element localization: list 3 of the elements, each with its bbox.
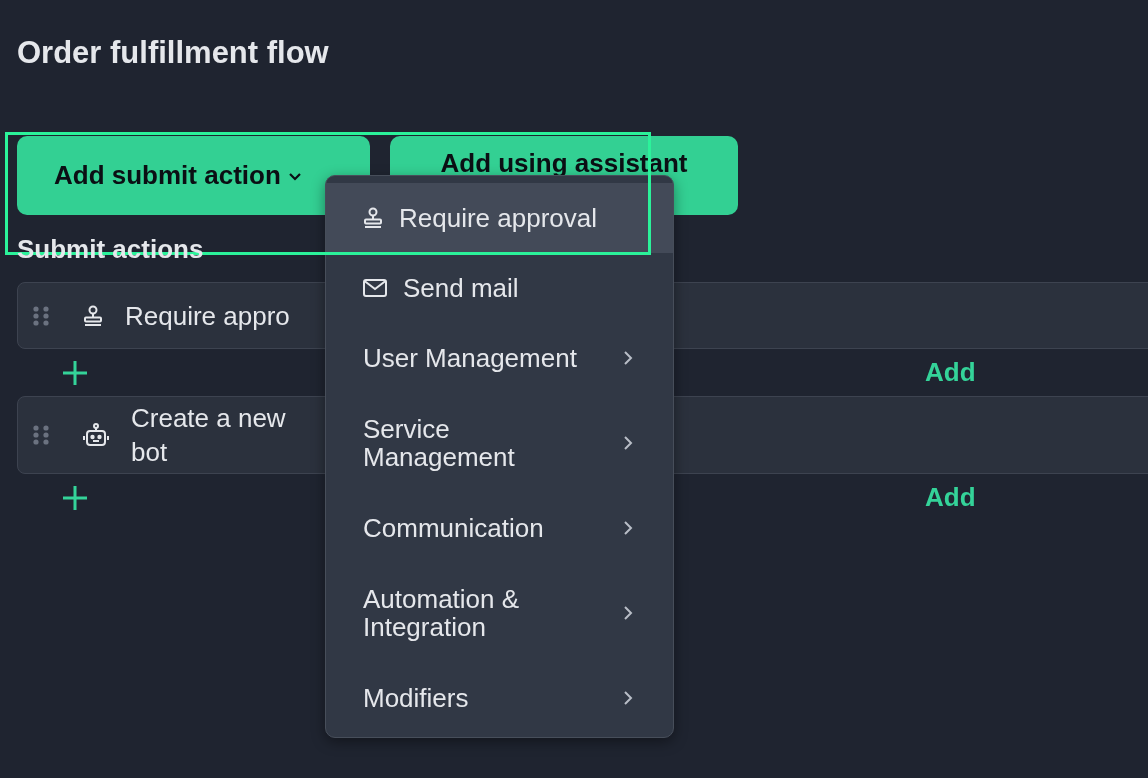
page-title: Order fulfillment flow (17, 34, 330, 72)
action-label: Create a new bot (131, 402, 287, 469)
action-label: Require appro (125, 299, 291, 333)
